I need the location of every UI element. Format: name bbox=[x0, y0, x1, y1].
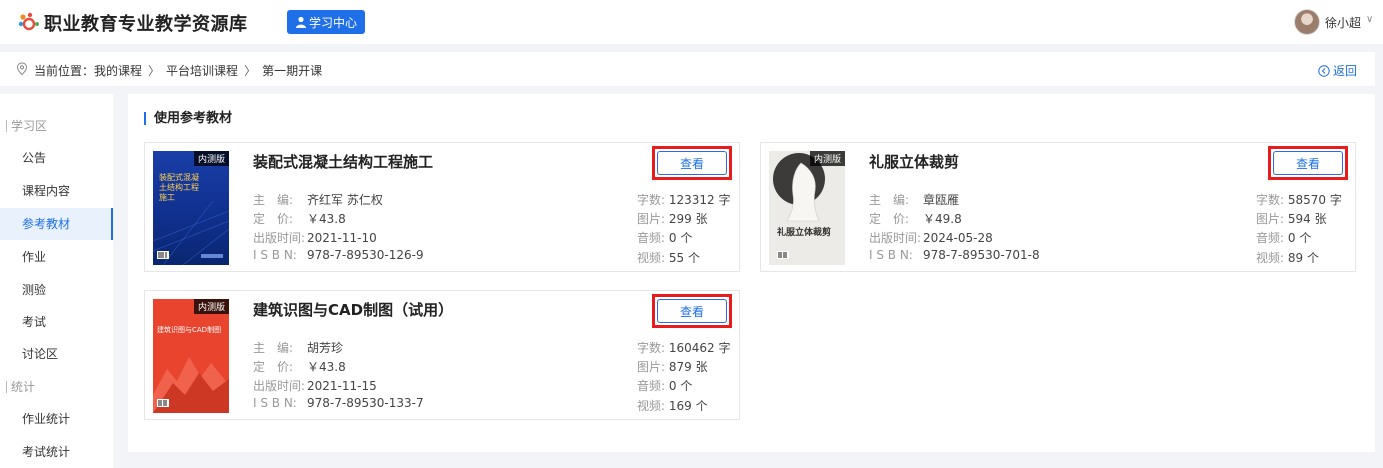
sidebar-item-exam-stats[interactable]: 考试统计 bbox=[0, 436, 113, 468]
breadcrumb-item-my-courses[interactable]: 我的课程 bbox=[94, 64, 142, 78]
beta-tag: 内测版 bbox=[193, 299, 229, 314]
book-isbn: I S B N: 978-7-89530-126-9 bbox=[253, 248, 424, 262]
book-editor: 主 编: 章瓯雁 bbox=[869, 193, 960, 207]
book-card: 内测版 装配式混凝土结构工程施工 装配式混凝土结构工程施工 主 编: 齐红军 苏仁… bbox=[144, 142, 740, 272]
sidebar-item-announcement[interactable]: 公告 bbox=[0, 142, 113, 174]
book-video: 视频: 169 个 bbox=[637, 399, 708, 413]
sidebar-item-discussion[interactable]: 讨论区 bbox=[0, 338, 113, 370]
book-images: 图片: 299 张 bbox=[637, 212, 708, 226]
book-editor: 主 编: 齐红军 苏仁权 bbox=[253, 193, 383, 207]
back-icon bbox=[1318, 64, 1330, 77]
book-price: 定 价: ￥43.8 bbox=[253, 212, 346, 226]
breadcrumb-bar: 当前位置：我的课程 〉 平台培训课程 〉 第一期开课 返回 bbox=[0, 52, 1375, 86]
breadcrumb-item-first-session: 第一期开课 bbox=[262, 64, 323, 78]
study-center-label: 学习中心 bbox=[308, 15, 357, 30]
book-isbn: I S B N: 978-7-89530-701-8 bbox=[869, 248, 1040, 262]
book-cover[interactable]: 内测版 建筑识图与CAD制图 bbox=[153, 299, 229, 413]
book-words: 字数: 123312 字 bbox=[637, 193, 731, 207]
view-button[interactable]: 查看 bbox=[1273, 151, 1343, 175]
book-images: 图片: 879 张 bbox=[637, 360, 708, 374]
book-pubdate: 出版时间: 2021-11-15 bbox=[253, 379, 377, 393]
book-audio: 音频: 0 个 bbox=[1256, 231, 1312, 245]
logo-icon bbox=[18, 12, 39, 31]
breadcrumb-item-platform-training[interactable]: 平台培训课程 bbox=[166, 62, 238, 79]
sidebar-item-reference-books[interactable]: 参考教材 bbox=[0, 208, 113, 240]
book-cover[interactable]: 内测版 礼服立体裁剪 bbox=[769, 151, 845, 265]
view-button[interactable]: 查看 bbox=[657, 299, 727, 323]
back-label: 返回 bbox=[1333, 64, 1358, 78]
book-title[interactable]: 建筑识图与CAD制图（试用） bbox=[253, 299, 453, 320]
study-center-button[interactable]: 学习中心 bbox=[287, 10, 365, 34]
book-pubdate: 出版时间: 2021-11-10 bbox=[253, 231, 377, 245]
section-title: 使用参考教材 bbox=[144, 112, 232, 125]
book-title[interactable]: 礼服立体裁剪 bbox=[869, 151, 959, 172]
sidebar-group-study: 学习区 bbox=[6, 120, 47, 132]
cover-art bbox=[153, 357, 229, 413]
sidebar-group-statistics: 统计 bbox=[6, 381, 35, 393]
sidebar-item-course-content[interactable]: 课程内容 bbox=[0, 175, 113, 207]
back-button[interactable]: 返回 bbox=[1318, 62, 1357, 79]
book-video: 视频: 55 个 bbox=[637, 251, 700, 265]
book-images: 图片: 594 张 bbox=[1256, 212, 1327, 226]
cover-title: 装配式混凝土结构工程施工 bbox=[159, 173, 199, 202]
sidebar-item-homework[interactable]: 作业 bbox=[0, 241, 113, 273]
site-title[interactable]: 职业教育专业教学资源库 bbox=[44, 10, 248, 36]
book-words: 字数: 58570 字 bbox=[1256, 193, 1342, 207]
book-audio: 音频: 0 个 bbox=[637, 379, 693, 393]
book-card: 内测版 建筑识图与CAD制图 建筑识图与CAD制图（试用） 主 编: 胡芳珍 定 … bbox=[144, 290, 740, 420]
location-icon bbox=[16, 62, 28, 76]
book-audio: 音频: 0 个 bbox=[637, 231, 693, 245]
book-video: 视频: 89 个 bbox=[1256, 251, 1319, 265]
chevron-right-icon: 〉 bbox=[244, 64, 257, 78]
cover-art bbox=[773, 153, 825, 259]
book-pubdate: 出版时间: 2024-05-28 bbox=[869, 231, 993, 245]
book-cover[interactable]: 内测版 装配式混凝土结构工程施工 bbox=[153, 151, 229, 265]
beta-tag: 内测版 bbox=[193, 151, 229, 166]
username[interactable]: 徐小超 bbox=[1325, 14, 1361, 31]
book-price: 定 价: ￥43.8 bbox=[253, 360, 346, 374]
book-words: 字数: 160462 字 bbox=[637, 341, 731, 355]
breadcrumb: 当前位置：我的课程 〉 平台培训课程 〉 第一期开课 bbox=[34, 62, 322, 79]
sidebar-item-homework-stats[interactable]: 作业统计 bbox=[0, 403, 113, 435]
breadcrumb-prefix: 当前位置：我的课程 bbox=[34, 64, 143, 78]
book-editor: 主 编: 胡芳珍 bbox=[253, 341, 344, 355]
chevron-right-icon: 〉 bbox=[148, 64, 161, 78]
view-button[interactable]: 查看 bbox=[657, 151, 727, 175]
book-title[interactable]: 装配式混凝土结构工程施工 bbox=[253, 151, 433, 172]
avatar[interactable] bbox=[1294, 9, 1320, 35]
cover-art bbox=[153, 200, 229, 265]
user-icon bbox=[295, 16, 306, 28]
cover-title: 礼服立体裁剪 bbox=[777, 228, 832, 238]
main-panel: 使用参考教材 内测版 装配式混凝土结构工程施工 装配式混凝土结构工程施工 主 编… bbox=[128, 94, 1375, 452]
cover-title: 建筑识图与CAD制图 bbox=[157, 326, 222, 334]
chevron-down-icon[interactable]: ∨ bbox=[1366, 14, 1373, 25]
book-card: 内测版 礼服立体裁剪 礼服立体裁剪 主 编: 章瓯雁 定 价: ￥49.8 出版时间… bbox=[760, 142, 1356, 272]
book-price: 定 价: ￥49.8 bbox=[869, 212, 962, 226]
sidebar-item-quiz[interactable]: 测验 bbox=[0, 274, 113, 306]
top-bar: 职业教育专业教学资源库 学习中心 徐小超 ∨ bbox=[0, 0, 1383, 44]
sidebar-item-exam[interactable]: 考试 bbox=[0, 306, 113, 338]
beta-tag: 内测版 bbox=[809, 151, 845, 166]
book-isbn: I S B N: 978-7-89530-133-7 bbox=[253, 396, 424, 410]
sidebar: 学习区 公告 课程内容 参考教材 作业 测验 考试 讨论区 统计 作业统计 考试… bbox=[0, 94, 113, 468]
